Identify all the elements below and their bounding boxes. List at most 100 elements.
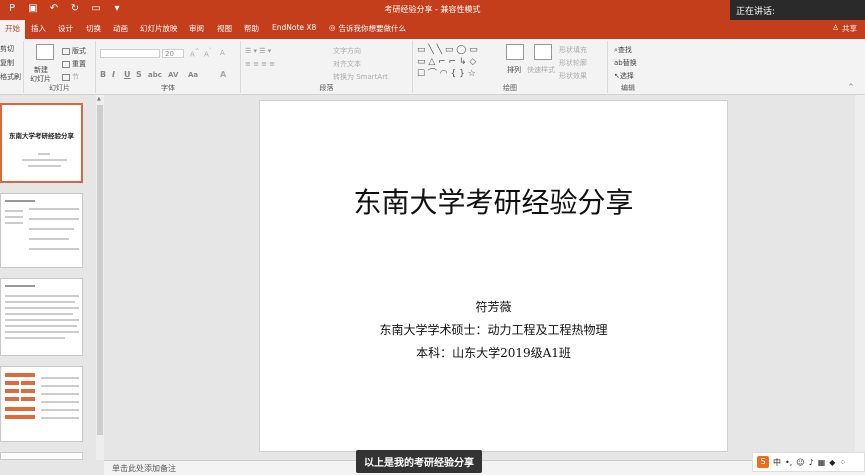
copy-button[interactable]: 复制 [0,58,14,68]
shrink-font-button[interactable]: Aˇ [204,49,212,58]
bullets-button[interactable]: ☰ ▾ ☰ ▾ [245,47,271,55]
slide-scrollbar[interactable] [855,95,865,460]
title-bar: P ▣ ↶ ↻ ▭ ▾ 考研经验分享 - 兼容性模式 正在讲话: [0,0,865,20]
tab-home[interactable]: 开始 [0,20,25,39]
skin-icon[interactable]: ◆ [829,458,835,467]
tab-animations[interactable]: 动画 [113,23,128,34]
slide-thumbnail-4[interactable] [0,366,83,442]
slide-thumbnail-5[interactable] [0,452,83,460]
tell-me-box[interactable]: ◎ 告诉我你想要做什么 [329,23,406,34]
char-spacing-button[interactable]: AV [168,71,178,79]
speaking-indicator: 正在讲话: [730,0,865,20]
shape-outline-button[interactable]: 形状轮廓 [559,58,587,68]
font-group-label: 字体 [161,84,175,92]
tab-help[interactable]: 帮助 [244,23,259,34]
strikethrough-button[interactable]: abc [148,71,162,79]
replace-button[interactable]: ab替换 [614,58,637,68]
tab-slideshow[interactable]: 幻灯片放映 [140,23,178,34]
tab-transitions[interactable]: 切换 [86,23,101,34]
font-name-dropdown[interactable] [100,49,160,58]
lightbulb-icon: ◎ [329,23,336,32]
slide-undergrad[interactable]: 本科：山东大学2019级A1班 [260,344,727,361]
microphone-icon[interactable]: ♪ [809,458,814,467]
ribbon-tabs: 开始 插入 设计 切换 动画 幻灯片放映 审阅 视图 帮助 EndNote X8… [0,20,865,39]
arrange-icon[interactable] [506,44,524,60]
share-label: 共享 [842,24,857,33]
shape-fill-button[interactable]: 形状填充 [559,45,587,55]
current-slide[interactable]: 东南大学考研经验分享 符芳薇 东南大学学术硕士：动力工程及工程热物理 本科：山东… [259,100,728,452]
quick-styles-button[interactable]: 快速样式 [527,65,555,75]
notes-placeholder: 单击此处添加备注 [112,464,176,473]
layout-button[interactable]: 版式 [62,46,86,56]
section-label: 节 [72,73,79,81]
align-text-button[interactable]: 对齐文本 [333,59,361,69]
group-paragraph: ☰ ▾ ☰ ▾ ≡ ≡ ≡ ≡ 文字方向 对齐文本 转换为 SmartArt 段… [241,41,413,93]
layout-label: 版式 [72,47,86,55]
reset-button[interactable]: 重置 [62,59,86,69]
reset-icon [62,60,70,68]
new-slide-icon[interactable] [36,44,54,60]
tell-me-label: 告诉我你想要做什么 [338,24,407,33]
notes-pane[interactable]: 单击此处添加备注 [104,460,865,475]
shapes-gallery[interactable]: ▭ ╲ ╲ ▭ ◯ ▭ ▭ △ ⌐ ⌐ ↳ ◇ ☐ ⌒ ◠ { } ☆ [417,44,478,80]
replace-label: 替换 [622,59,637,67]
clear-format-icon[interactable]: A [220,49,225,57]
underline-button[interactable]: U [124,70,131,79]
italic-button[interactable]: I [112,70,115,79]
tab-view[interactable]: 视图 [217,23,232,34]
select-button[interactable]: ↖选择 [614,71,634,81]
change-case-button[interactable]: Aa [188,71,198,79]
select-label: 选择 [619,72,634,80]
slide-affiliation[interactable]: 东南大学学术硕士：动力工程及工程热物理 [260,321,727,338]
shape-effects-button[interactable]: 形状效果 [559,71,587,81]
shadow-button[interactable]: S [136,70,142,79]
tab-insert[interactable]: 插入 [31,23,46,34]
ime-language[interactable]: 中 [773,457,781,468]
align-buttons[interactable]: ≡ ≡ ≡ ≡ [245,60,275,68]
keyboard-icon[interactable]: ▦ [818,458,826,467]
thumbnail-title: 东南大学考研经验分享 [9,132,74,140]
text-direction-button[interactable]: 文字方向 [333,46,361,56]
format-painter-button[interactable]: 格式刷 [0,72,21,82]
punctuation-icon[interactable]: •, [785,458,792,467]
thumbnail-scrollbar[interactable]: ▲ [96,95,104,460]
arrange-button[interactable]: 排列 [507,65,521,75]
paragraph-group-label: 段落 [319,84,334,92]
find-label: 查找 [617,46,632,54]
emoji-icon[interactable]: ☺ [796,458,804,467]
convert-smartart-button[interactable]: 转换为 SmartArt [333,72,388,82]
ime-toolbar[interactable]: S 中 •, ☺ ♪ ▦ ◆ ⁘ [752,452,865,472]
cut-button[interactable]: 剪切 [0,44,14,54]
slide-thumbnail-2[interactable] [0,193,83,268]
slides-group-label: 幻灯片 [49,84,70,92]
bold-button[interactable]: B [100,70,106,79]
tab-design[interactable]: 设计 [58,23,73,34]
section-button[interactable]: 节 [62,72,79,82]
group-clipboard: 剪切 复制 格式刷 [0,41,24,93]
tab-review[interactable]: 审阅 [189,23,204,34]
reset-label: 重置 [72,60,86,68]
font-color-button[interactable]: A [220,70,226,79]
slide-author[interactable]: 符芳薇 [260,298,727,315]
share-button[interactable]: ♙ 共享 [832,23,857,34]
scrollbar-thumb[interactable] [97,105,103,435]
collapse-ribbon-icon[interactable]: ^ [848,83,854,91]
font-size-dropdown[interactable]: 20 [162,49,184,58]
tab-endnote[interactable]: EndNote X8 [272,23,316,32]
scroll-up-icon[interactable]: ▲ [97,96,101,102]
slide-thumbnail-1[interactable]: 东南大学考研经验分享 [0,103,83,183]
group-slides: 新建 幻灯片 版式 重置 节 幻灯片 [24,41,96,93]
ribbon-home: 剪切 复制 格式刷 新建 幻灯片 版式 重置 节 幻灯片 20 A^ Aˇ A … [0,39,865,95]
slide-thumbnail-3[interactable] [0,278,83,356]
find-button[interactable]: ⌕查找 [614,45,632,55]
quick-styles-icon[interactable] [534,44,552,60]
thumbnail-footer [0,460,104,475]
slide-editing-area: 东南大学考研经验分享 符芳薇 东南大学学术硕士：动力工程及工程热物理 本科：山东… [104,95,865,460]
toolbox-icon[interactable]: ⁘ [839,458,846,467]
grow-font-button[interactable]: A^ [190,49,200,58]
drawing-group-label: 绘图 [503,84,517,92]
sogou-logo-icon: S [757,456,769,468]
editing-group-label: 编辑 [621,84,635,92]
section-icon [62,73,70,81]
slide-title[interactable]: 东南大学考研经验分享 [260,181,727,221]
